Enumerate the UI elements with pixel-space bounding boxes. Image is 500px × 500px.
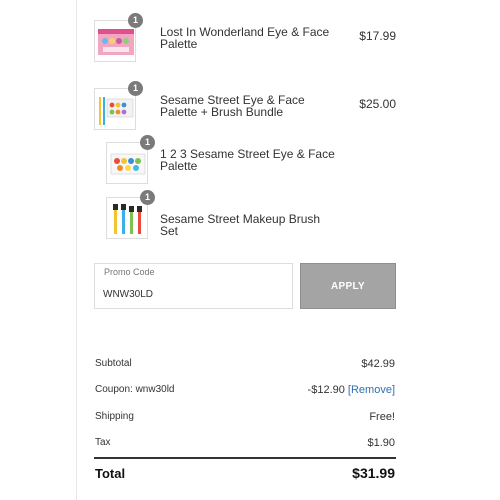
item-name: Sesame Street Eye & Face Palette + Brush… (160, 93, 305, 119)
sesame-bundle-thumbnail[interactable]: 1 (94, 81, 143, 130)
shipping-label: Shipping (95, 411, 134, 422)
total-value: $31.99 (352, 465, 395, 481)
apply-promo-button[interactable]: APPLY (300, 263, 396, 309)
subtotal-label: Subtotal (95, 358, 132, 369)
quantity-badge: 1 (140, 190, 155, 205)
item-name: Sesame Street Makeup Brush Set (160, 212, 321, 238)
tax-row: Tax $1.90 (95, 437, 395, 453)
brush-set-thumbnail[interactable]: 1 (106, 190, 155, 239)
quantity-badge: 1 (128, 81, 143, 96)
left-column-divider (76, 0, 77, 500)
coupon-label: Coupon: wnw30ld (95, 384, 175, 395)
subtotal-row: Subtotal $42.99 (95, 358, 395, 374)
total-divider (94, 457, 396, 459)
item-name: 1 2 3 Sesame Street Eye & Face Palette (160, 147, 335, 173)
coupon-discount: -$12.90 (307, 384, 345, 396)
quantity-badge: 1 (140, 135, 155, 150)
cart-item-brush-set: 1 Sesame Street Makeup Brush Set (106, 190, 396, 243)
wonderland-palette-thumbnail[interactable]: 1 (94, 13, 143, 62)
coupon-row: Coupon: wnw30ld -$12.90 [Remove] (95, 384, 395, 400)
promo-code-field[interactable]: Promo Code (94, 263, 293, 309)
total-label: Total (95, 466, 126, 481)
remove-coupon-link[interactable]: [Remove] (348, 384, 395, 396)
shipping-value: Free! (369, 411, 395, 423)
tax-value: $1.90 (367, 437, 395, 449)
subtotal-value: $42.99 (361, 358, 395, 370)
promo-code-input[interactable] (103, 286, 283, 302)
item-price: $17.99 (359, 29, 396, 43)
coupon-value-group: -$12.90 [Remove] (308, 384, 395, 396)
cart-item-sesame-palette: 1 1 2 3 Sesame Street Eye & Face Palette (106, 135, 396, 188)
cart-item-wonderland-palette: 1 Lost In Wonderland Eye & Face Palette … (94, 13, 396, 66)
promo-code-label: Promo Code (104, 267, 155, 277)
cart-item-sesame-bundle: 1 Sesame Street Eye & Face Palette + Bru… (94, 81, 396, 134)
quantity-badge: 1 (128, 13, 143, 28)
shipping-row: Shipping Free! (95, 411, 395, 427)
item-name: Lost In Wonderland Eye & Face Palette (160, 25, 330, 51)
sesame-palette-thumbnail[interactable]: 1 (106, 135, 155, 184)
total-row: Total $31.99 (95, 465, 395, 484)
item-price: $25.00 (359, 97, 396, 111)
tax-label: Tax (95, 437, 111, 448)
